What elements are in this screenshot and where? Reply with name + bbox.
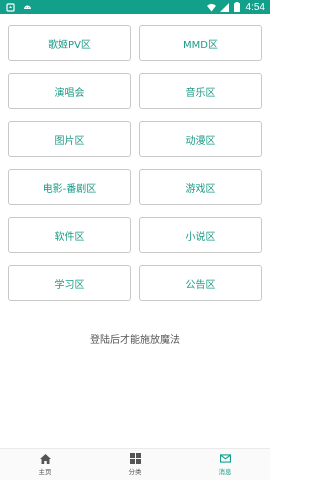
home-icon [39, 453, 51, 464]
category-button[interactable]: 游戏区 [139, 169, 262, 205]
signal-icon [219, 2, 229, 12]
wifi-icon [206, 3, 216, 12]
category-button[interactable]: 歌姬PV区 [8, 25, 131, 61]
category-button[interactable]: 小说区 [139, 217, 262, 253]
battery-icon [233, 2, 242, 12]
mail-icon [219, 453, 231, 464]
bottom-tab-bar: 主页 分类 消息 [0, 448, 270, 480]
category-button[interactable]: 公告区 [139, 265, 262, 301]
login-hint: 登陆后才能施放魔法 [90, 335, 180, 346]
category-button[interactable]: 动漫区 [139, 121, 262, 157]
category-button[interactable]: 学习区 [8, 265, 131, 301]
category-button[interactable]: 演唱会 [8, 73, 131, 109]
tab-message[interactable]: 消息 [180, 449, 270, 480]
category-button[interactable]: 软件区 [8, 217, 131, 253]
grid-icon [129, 453, 141, 464]
status-time: 4:54 [245, 1, 265, 13]
tab-label: 消息 [218, 468, 232, 476]
category-button[interactable]: 电影-番剧区 [8, 169, 131, 205]
category-button[interactable]: 音乐区 [139, 73, 262, 109]
category-button[interactable]: 图片区 [8, 121, 131, 157]
tab-label: 主页 [38, 468, 52, 476]
category-button[interactable]: MMD区 [139, 25, 262, 61]
category-grid: 歌姬PV区 MMD区 演唱会 音乐区 图片区 动漫区 电影-番剧区 游戏区 软件… [8, 25, 262, 301]
tab-home[interactable]: 主页 [0, 449, 90, 480]
android-icon [23, 3, 32, 12]
tab-category[interactable]: 分类 [90, 449, 180, 480]
status-bar: 4:54 [0, 0, 270, 14]
tab-label: 分类 [128, 468, 142, 476]
notification-icon [6, 2, 15, 12]
